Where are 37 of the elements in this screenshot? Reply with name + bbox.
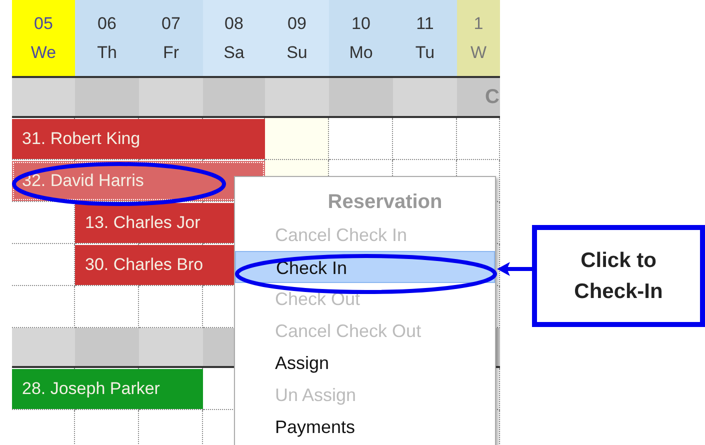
- group-cell: [12, 328, 75, 366]
- group-cell: [139, 328, 203, 366]
- day-number: 1: [474, 15, 484, 32]
- grid-cell: [75, 286, 139, 328]
- booking-bar[interactable]: 28. Joseph Parker: [12, 369, 203, 409]
- menu-item[interactable]: Assign: [235, 347, 495, 379]
- menu-item[interactable]: Payments: [235, 411, 495, 443]
- menu-title: Reservation: [326, 190, 444, 215]
- group-cell: [75, 78, 139, 116]
- grid-cell: [12, 286, 75, 328]
- weekday-label: Tu: [415, 44, 435, 61]
- group-label: C: [484, 85, 500, 110]
- group-cell: [265, 78, 329, 116]
- weekday-label: Th: [97, 44, 117, 61]
- weekday-label: Sa: [224, 44, 244, 61]
- callout-text: Click to Check-In: [574, 248, 663, 305]
- day-number: 06: [98, 15, 116, 32]
- weekday-label: W: [470, 44, 487, 61]
- weekday-label: Su: [286, 44, 308, 61]
- grid-cell: [12, 244, 75, 286]
- group-cell: [393, 78, 457, 116]
- group-cell: [329, 78, 393, 116]
- day-number: 10: [352, 15, 370, 32]
- booking-bar[interactable]: 31. Robert King: [12, 119, 265, 159]
- weekday-label: Mo: [349, 44, 373, 61]
- day-number: 05: [34, 15, 53, 32]
- day-number: 07: [162, 15, 180, 32]
- group-cell: [12, 78, 75, 116]
- grid-cell: [139, 286, 203, 328]
- group-cell: [75, 328, 139, 366]
- day-number: 11: [416, 15, 434, 32]
- weekday-label: Fr: [162, 44, 180, 61]
- group-cell: [203, 78, 265, 116]
- weekday-label: We: [30, 44, 56, 61]
- group-cell: [139, 78, 203, 116]
- day-number: 08: [224, 15, 244, 32]
- day-number: 09: [288, 15, 306, 32]
